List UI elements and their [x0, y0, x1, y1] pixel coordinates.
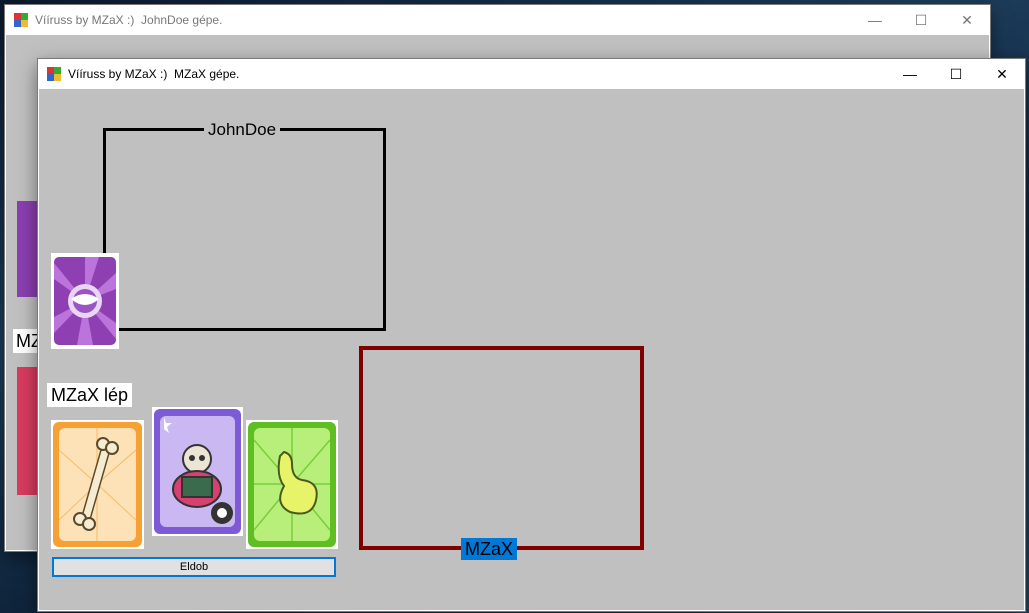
main-window[interactable]: Vííruss by MZaX :) MZaX gépe. — ☐ ✕ John…: [38, 59, 1025, 611]
minimize-button[interactable]: —: [852, 5, 898, 35]
main-title-bar[interactable]: Vííruss by MZaX :) MZaX gépe. — ☐ ✕: [38, 59, 1025, 89]
hand-card-virus[interactable]: [152, 407, 243, 536]
app-icon: [47, 67, 61, 81]
hand-card-bone[interactable]: [51, 420, 144, 549]
turn-indicator: MZaX lép: [47, 383, 133, 407]
app-icon: [14, 13, 28, 27]
background-title-bar[interactable]: Vííruss by MZaX :) JohnDoe gépe. — ☐ ✕: [5, 5, 990, 35]
background-window-title: Vííruss by MZaX :) JohnDoe gépe.: [35, 13, 223, 27]
maximize-button[interactable]: ☐: [898, 5, 944, 35]
maximize-button[interactable]: ☐: [933, 59, 979, 89]
main-window-title: Vííruss by MZaX :) MZaX gépe.: [68, 67, 240, 81]
hand-card-stomach[interactable]: [246, 420, 338, 549]
close-button[interactable]: ✕: [979, 59, 1025, 89]
virus-skeleton-icon: [152, 407, 243, 536]
virus-card-back-icon: [51, 253, 119, 349]
stomach-icon: [246, 420, 338, 549]
opponent-panel: [103, 128, 386, 331]
table-panel: [359, 346, 644, 550]
bone-icon: [51, 420, 144, 549]
opponent-deck-card[interactable]: [51, 253, 119, 349]
minimize-button[interactable]: —: [887, 59, 933, 89]
close-button[interactable]: ✕: [944, 5, 990, 35]
game-area: JohnDoe MZaX lép Eldob MZaX: [39, 89, 1024, 610]
opponent-name: JohnDoe: [204, 120, 281, 140]
table-owner-label: MZaX: [461, 538, 518, 560]
discard-button[interactable]: Eldob: [52, 557, 336, 577]
